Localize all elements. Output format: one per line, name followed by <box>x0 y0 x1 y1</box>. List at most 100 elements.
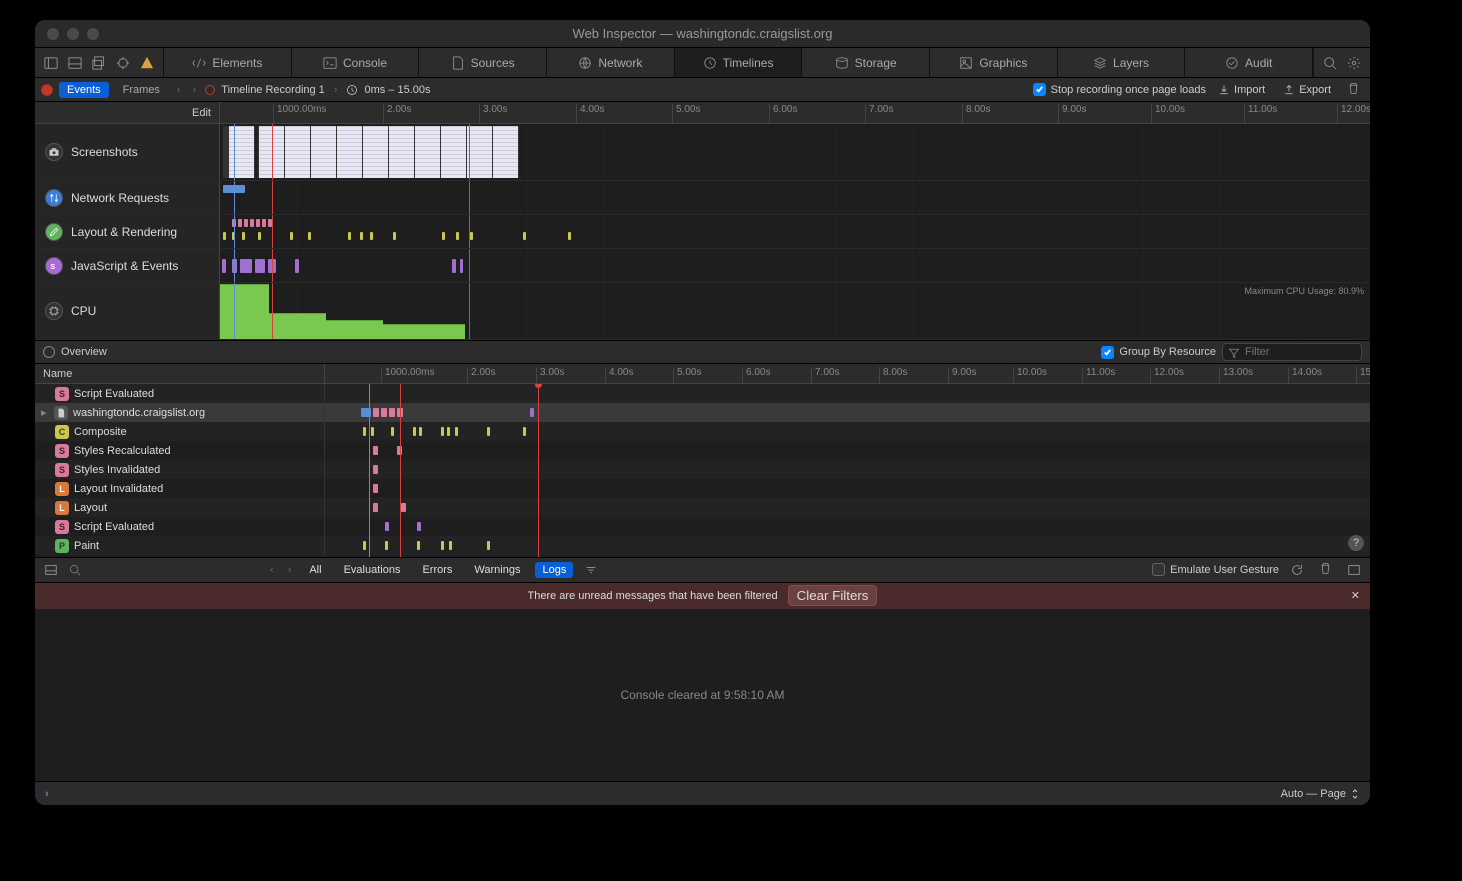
filter-errors-button[interactable]: Errors <box>415 562 459 578</box>
dock-side-button[interactable] <box>41 53 61 73</box>
composite-badge-icon: C <box>55 425 69 439</box>
nav-tabs: Elements Console Sources Network Timelin… <box>164 48 1313 77</box>
settings-button[interactable] <box>1344 53 1364 73</box>
tab-console[interactable]: Console <box>292 48 420 77</box>
filter-evaluations-button[interactable]: Evaluations <box>337 562 408 578</box>
network-icon <box>45 189 63 207</box>
detail-row[interactable]: EMicrotask Dispatched <box>35 555 1370 557</box>
svg-text:S: S <box>50 262 55 271</box>
timeline-nav-bar: Events Frames ‹ › Timeline Recording 1 ›… <box>35 78 1370 102</box>
detail-body: SScript Evaluated ▸washingtondc.craigsli… <box>35 384 1370 557</box>
name-column-header[interactable]: Name <box>35 364 325 383</box>
inspect-element-button[interactable] <box>113 53 133 73</box>
search-next-button[interactable]: › <box>285 564 295 576</box>
search-button[interactable] <box>1320 53 1340 73</box>
clear-button[interactable] <box>1343 82 1364 98</box>
undock-button[interactable] <box>89 53 109 73</box>
filter-icon <box>1228 347 1240 359</box>
main-toolbar: Elements Console Sources Network Timelin… <box>35 48 1370 78</box>
emulate-gesture-checkbox[interactable]: Emulate User Gesture <box>1152 563 1279 576</box>
script-icon: S <box>45 257 63 275</box>
tab-sources[interactable]: Sources <box>419 48 547 77</box>
camera-icon <box>45 143 63 161</box>
detail-row[interactable]: SStyles Recalculated <box>35 441 1370 460</box>
script-badge-icon: S <box>55 463 69 477</box>
filter-banner: There are unread messages that have been… <box>35 583 1370 609</box>
tab-layers[interactable]: Layers <box>1058 48 1186 77</box>
clock-icon <box>346 84 358 96</box>
upper-ruler: Edit 1000.00ms 2.00s 3.00s 4.00s 5.00s 6… <box>35 102 1370 124</box>
stop-on-load-checkbox[interactable]: Stop recording once page loads <box>1033 83 1206 96</box>
dock-bottom-button[interactable] <box>65 53 85 73</box>
detail-row[interactable]: PPaint <box>35 536 1370 555</box>
paintbrush-icon <box>45 223 63 241</box>
view-events-button[interactable]: Events <box>59 82 109 98</box>
timeline-row-network[interactable]: Network Requests <box>35 181 1370 215</box>
breadcrumb-separator: › <box>331 84 341 96</box>
history-back-button[interactable]: ‹ <box>174 84 184 96</box>
view-frames-button[interactable]: Frames <box>115 82 168 98</box>
record-button[interactable] <box>41 84 53 96</box>
toggle-console-button[interactable] <box>41 560 61 580</box>
recording-name[interactable]: Timeline Recording 1 <box>221 84 325 96</box>
edit-timelines-button[interactable]: Edit <box>35 102 220 123</box>
chevron-updown-icon <box>1350 789 1360 799</box>
detail-ruler[interactable]: 1000.00ms 2.00s 3.00s 4.00s 5.00s 6.00s … <box>325 364 1370 383</box>
overview-timelines: Screenshots Network Requests <box>35 124 1370 340</box>
search-icon <box>69 564 81 576</box>
timeline-row-screenshots[interactable]: Screenshots <box>35 124 1370 181</box>
search-prev-button[interactable]: ‹ <box>267 564 277 576</box>
timeline-row-layout[interactable]: Layout & Rendering <box>35 215 1370 249</box>
detail-row[interactable]: LLayout Invalidated <box>35 479 1370 498</box>
console-search-input[interactable] <box>89 562 259 577</box>
overview-label[interactable]: Overview <box>61 346 107 358</box>
layout-badge-icon: L <box>55 501 69 515</box>
detail-row[interactable]: SScript Evaluated <box>35 517 1370 536</box>
history-forward-button[interactable]: › <box>190 84 200 96</box>
detail-row[interactable]: SScript Evaluated <box>35 384 1370 403</box>
tab-timelines[interactable]: Timelines <box>675 48 803 77</box>
detail-header: Name 1000.00ms 2.00s 3.00s 4.00s 5.00s 6… <box>35 364 1370 384</box>
reload-button[interactable] <box>1287 560 1307 580</box>
group-by-resource-checkbox[interactable]: Group By Resource <box>1101 346 1216 359</box>
console-settings-button[interactable] <box>1344 560 1364 580</box>
clear-filters-button[interactable]: Clear Filters <box>788 585 878 606</box>
help-button[interactable]: ? <box>1348 535 1364 551</box>
import-button[interactable]: Import <box>1212 84 1271 96</box>
filter-all-button[interactable]: All <box>302 562 328 578</box>
console-prompt-icon[interactable]: › <box>45 788 49 800</box>
titlebar: Web Inspector — washingtondc.craigslist.… <box>35 20 1370 48</box>
script-badge-icon: S <box>55 387 69 401</box>
detail-row[interactable]: CComposite <box>35 422 1370 441</box>
tab-audit[interactable]: Audit <box>1185 48 1313 77</box>
layout-badge-icon: L <box>55 482 69 496</box>
clear-console-button[interactable] <box>1315 562 1336 578</box>
export-button[interactable]: Export <box>1277 84 1337 96</box>
detail-row[interactable]: LLayout <box>35 498 1370 517</box>
tab-storage[interactable]: Storage <box>802 48 930 77</box>
script-badge-icon: S <box>55 520 69 534</box>
filter-warnings-button[interactable]: Warnings <box>467 562 527 578</box>
script-badge-icon: S <box>55 444 69 458</box>
tab-network[interactable]: Network <box>547 48 675 77</box>
filter-input[interactable] <box>1222 343 1362 361</box>
time-range[interactable]: 0ms – 15.00s <box>364 84 430 96</box>
tab-elements[interactable]: Elements <box>164 48 292 77</box>
filter-scope-button[interactable] <box>581 560 601 580</box>
inspector-window: Web Inspector — washingtondc.craigslist.… <box>35 20 1370 805</box>
ruler-ticks[interactable]: 1000.00ms 2.00s 3.00s 4.00s 5.00s 6.00s … <box>220 102 1370 123</box>
disclosure-triangle-icon[interactable]: ▸ <box>41 406 49 419</box>
close-banner-button[interactable]: ✕ <box>1351 589 1360 602</box>
detail-row[interactable]: SStyles Invalidated <box>35 460 1370 479</box>
paint-badge-icon: P <box>55 539 69 553</box>
execution-context-selector[interactable]: Auto — Page <box>1281 788 1360 800</box>
filter-logs-button[interactable]: Logs <box>535 562 573 578</box>
document-badge-icon <box>54 406 68 420</box>
window-title: Web Inspector — washingtondc.craigslist.… <box>35 26 1370 41</box>
console-cleared-message: Console cleared at 9:58:10 AM <box>620 688 784 702</box>
timeline-row-cpu[interactable]: CPU Maximum CPU Usage: 80.9% <box>35 283 1370 340</box>
tab-graphics[interactable]: Graphics <box>930 48 1058 77</box>
timeline-row-js[interactable]: SJavaScript & Events <box>35 249 1370 283</box>
warning-icon[interactable] <box>137 53 157 73</box>
detail-row[interactable]: ▸washingtondc.craigslist.org <box>35 403 1370 422</box>
